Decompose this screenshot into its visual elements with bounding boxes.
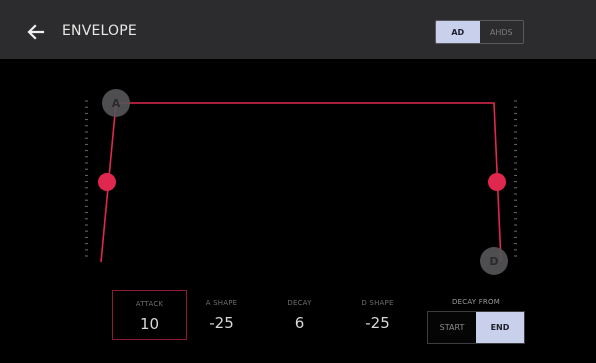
mode-ahds-button[interactable]: AHDS — [479, 21, 523, 43]
decay-from-start-button[interactable]: START — [428, 312, 476, 343]
mode-ad-button[interactable]: AD — [436, 21, 480, 43]
a-shape-param[interactable]: A SHAPE -25 — [184, 290, 259, 340]
attack-value: 10 — [139, 315, 160, 333]
a-shape-value: -25 — [209, 314, 234, 332]
d-shape-value: -25 — [365, 314, 390, 332]
attack-curve-handle — [98, 173, 116, 191]
right-tick-scale — [514, 100, 517, 257]
decay-value: 6 — [294, 314, 305, 332]
header-bar: ENVELOPE AD AHDS — [0, 0, 596, 59]
attack-handle-label: A — [112, 97, 121, 110]
attack-label: ATTACK — [135, 300, 164, 308]
envelope-graph[interactable]: A D — [0, 59, 596, 290]
decay-from-toggle[interactable]: START END — [427, 311, 525, 344]
envelope-mode-toggle[interactable]: AD AHDS — [435, 20, 524, 44]
decay-from-label: DECAY FROM — [452, 298, 500, 306]
envelope-curve — [100, 102, 502, 263]
decay-curve-handle — [488, 173, 506, 191]
decay-label: DECAY — [287, 299, 312, 307]
d-shape-param[interactable]: D SHAPE -25 — [340, 290, 415, 340]
a-shape-label: A SHAPE — [205, 299, 238, 307]
decay-param[interactable]: DECAY 6 — [262, 290, 337, 340]
page-title: ENVELOPE — [62, 23, 137, 39]
d-shape-label: D SHAPE — [361, 299, 394, 307]
left-tick-scale — [85, 100, 88, 257]
attack-param[interactable]: ATTACK 10 — [112, 290, 187, 340]
decay-from-end-button[interactable]: END — [476, 312, 524, 343]
decay-handle-label: D — [489, 255, 498, 268]
back-arrow-icon[interactable] — [26, 22, 46, 42]
